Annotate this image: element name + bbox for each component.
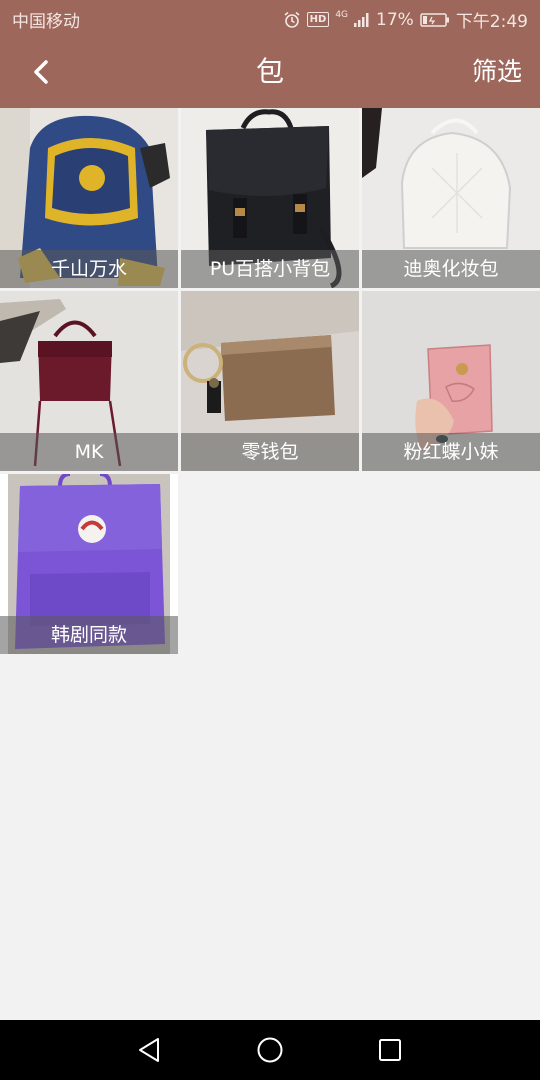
triangle-back-icon (139, 1038, 159, 1062)
status-bar: 中国移动 HD 4G 17% 下午2:49 (0, 0, 540, 36)
carrier-name: 中国移动 (12, 12, 80, 32)
signal-icon (354, 12, 369, 27)
battery-icon (420, 12, 449, 27)
grid-item[interactable]: MK (0, 291, 178, 471)
grid-item[interactable]: 韩剧同款 (0, 474, 178, 654)
circle-home-icon (257, 1037, 283, 1063)
app-header: 包 筛选 (0, 36, 540, 108)
nav-back-button[interactable] (135, 1035, 165, 1065)
item-label: 零钱包 (181, 433, 359, 471)
item-label: MK (0, 433, 178, 471)
item-label: 韩剧同款 (0, 616, 178, 654)
alarm-icon (284, 11, 300, 28)
item-label: 千山万水 (0, 250, 178, 288)
grid-item[interactable]: 迪奥化妆包 (362, 108, 540, 288)
item-label: 迪奥化妆包 (362, 250, 540, 288)
battery-percent: 17% (376, 9, 414, 30)
page-title: 包 (255, 55, 284, 88)
clock: 下午2:49 (455, 12, 528, 32)
nav-home-button[interactable] (255, 1035, 285, 1065)
grid-item[interactable]: PU百搭小背包 (181, 108, 359, 288)
item-label: 粉红蝶小妹 (362, 433, 540, 471)
item-label: PU百搭小背包 (181, 250, 359, 288)
hd-badge: HD (306, 12, 330, 27)
square-recents-icon (379, 1039, 401, 1061)
grid-item[interactable]: 粉红蝶小妹 (362, 291, 540, 471)
grid-item[interactable]: 零钱包 (181, 291, 359, 471)
filter-button[interactable]: 筛选 (472, 54, 522, 90)
network-type: 4G (335, 9, 349, 20)
system-nav-bar (0, 1020, 540, 1080)
grid-item[interactable]: 千山万水 (0, 108, 178, 288)
status-icons: HD 4G 17% 下午2:49 (283, 7, 528, 32)
nav-recents-button[interactable] (375, 1035, 405, 1065)
